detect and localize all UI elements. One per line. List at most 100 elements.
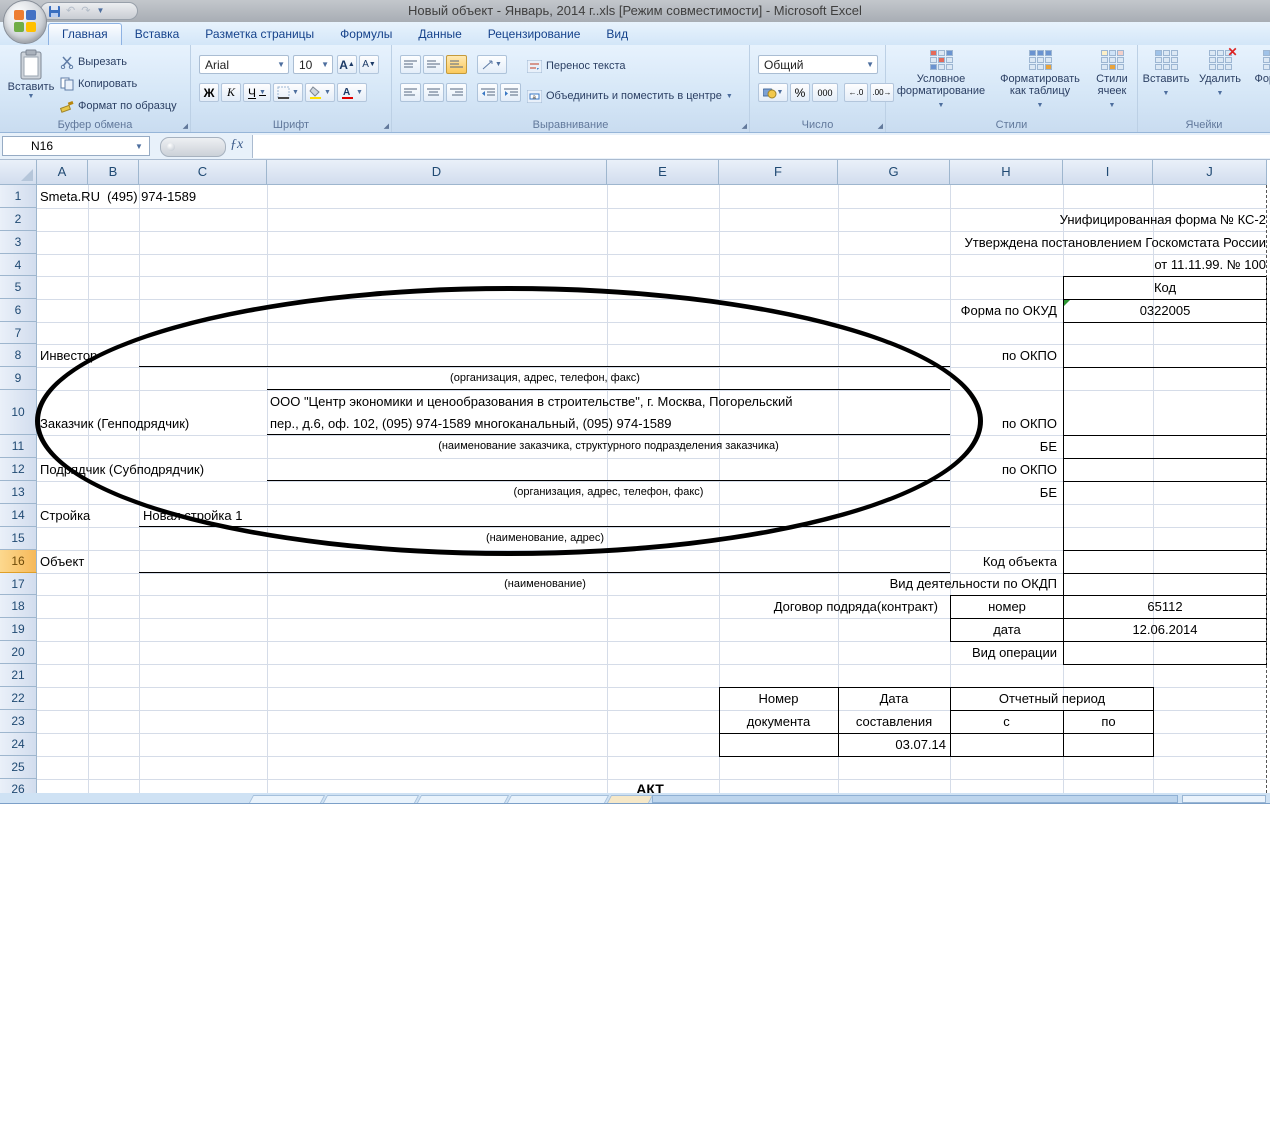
increase-indent-button[interactable] (500, 83, 521, 102)
number-format-combo[interactable]: Общий ▼ (758, 55, 878, 74)
align-left-button[interactable] (400, 83, 421, 102)
font-color-button[interactable]: A ▼ (337, 83, 367, 102)
cell-stroyka-label[interactable]: Стройка (40, 504, 90, 527)
cell-dogovor-label[interactable]: Договор подряда(контракт) (600, 595, 938, 618)
format-painter-button[interactable]: Формат по образцу (60, 95, 177, 117)
shrink-font-button[interactable]: A ▼ (359, 55, 379, 74)
tab-glavnaya[interactable]: Главная (48, 23, 122, 45)
tab-formuly[interactable]: Формулы (327, 23, 405, 45)
font-size-combo[interactable]: 10 ▼ (293, 55, 333, 74)
format-cells-button[interactable]: Формат ▼ (1248, 45, 1270, 100)
cell-decree-date[interactable]: от 11.11.99. № 100 (900, 254, 1266, 276)
delete-cells-button[interactable]: ✕ Удалить ▼ (1194, 45, 1246, 100)
cell-kod-obyekta-label[interactable]: Код объекта (800, 550, 1057, 573)
cell-okud-label[interactable]: Форма по ОКУД (800, 299, 1057, 322)
row-header-14[interactable]: 14 (0, 504, 37, 527)
column-header-f[interactable]: F (719, 160, 838, 185)
name-box-dropdown-icon[interactable]: ▼ (135, 142, 143, 151)
row-header-13[interactable]: 13 (0, 481, 37, 504)
sheet-tab[interactable] (504, 795, 610, 803)
select-all-corner[interactable] (0, 160, 37, 185)
row-header-1[interactable]: 1 (0, 185, 37, 208)
borders-button[interactable]: ▼ (273, 83, 303, 102)
orientation-button[interactable]: ▼ (477, 55, 507, 74)
cell-form-title[interactable]: Унифицированная форма № КС-2 (700, 208, 1266, 231)
accounting-format-button[interactable]: ▼ (758, 83, 788, 102)
tab-dannye[interactable]: Данные (405, 23, 474, 45)
italic-button[interactable]: К (221, 83, 241, 102)
dialog-launcher-icon[interactable]: ◢ (183, 122, 188, 130)
row-header-6[interactable]: 6 (0, 299, 37, 322)
tab-vstavka[interactable]: Вставка (122, 23, 193, 45)
row-header-17[interactable]: 17 (0, 573, 37, 595)
sheet-tab[interactable] (320, 795, 420, 803)
column-header-i[interactable]: I (1063, 160, 1153, 185)
name-box[interactable]: N16 (2, 136, 150, 156)
row-header-16[interactable]: 16 (0, 550, 37, 573)
align-top-button[interactable] (400, 55, 421, 74)
customize-qat-icon[interactable]: ▼ (96, 2, 104, 20)
row-header-15[interactable]: 15 (0, 527, 37, 550)
row-header-21[interactable]: 21 (0, 664, 37, 687)
font-name-combo[interactable]: Arial ▼ (199, 55, 289, 74)
row-header-9[interactable]: 9 (0, 367, 37, 390)
align-center-button[interactable] (423, 83, 444, 102)
cell-a1[interactable]: Smeta.RU (495) 974-1589 (40, 185, 196, 208)
row-header-10[interactable]: 10 (0, 390, 37, 435)
column-header-a[interactable]: A (37, 160, 88, 185)
sheet-tab[interactable] (414, 795, 510, 803)
row-header-3[interactable]: 3 (0, 231, 37, 254)
redo-icon[interactable]: ↷ (81, 2, 90, 20)
dialog-launcher-icon[interactable]: ◢ (742, 122, 747, 130)
comma-style-button[interactable]: 000 (812, 83, 838, 102)
sheet-tab[interactable] (246, 795, 326, 803)
row-header-2[interactable]: 2 (0, 208, 37, 231)
office-button[interactable] (3, 0, 47, 44)
insert-function-button[interactable]: ƒx (230, 137, 243, 153)
row-header-5[interactable]: 5 (0, 276, 37, 299)
save-icon[interactable] (49, 5, 60, 17)
row-header-7[interactable]: 7 (0, 322, 37, 344)
cut-button[interactable]: Вырезать (60, 51, 177, 73)
cell-vid-operacii-label[interactable]: Вид операции (800, 641, 1057, 664)
row-header-23[interactable]: 23 (0, 710, 37, 733)
row-header-20[interactable]: 20 (0, 641, 37, 664)
fill-color-button[interactable]: ▼ (305, 83, 335, 102)
decrease-indent-button[interactable] (477, 83, 498, 102)
align-middle-button[interactable] (423, 55, 444, 74)
grow-font-button[interactable]: A ▲ (337, 55, 357, 74)
column-header-d[interactable]: D (267, 160, 607, 185)
column-header-c[interactable]: C (139, 160, 267, 185)
horizontal-scrollbar-track[interactable] (1182, 795, 1266, 803)
column-header-j[interactable]: J (1153, 160, 1267, 185)
dialog-launcher-icon[interactable]: ◢ (878, 122, 883, 130)
insert-cells-button[interactable]: Вставить ▼ (1140, 45, 1192, 100)
align-right-button[interactable] (446, 83, 467, 102)
tab-recenzirovanie[interactable]: Рецензирование (475, 23, 594, 45)
row-header-22[interactable]: 22 (0, 687, 37, 710)
cell-approved-by[interactable]: Утверждена постановлением Госкомстата Ро… (700, 231, 1266, 254)
row-header-24[interactable]: 24 (0, 733, 37, 756)
copy-button[interactable]: Копировать (60, 73, 177, 95)
dialog-launcher-icon[interactable]: ◢ (384, 122, 389, 130)
conditional-formatting-button[interactable]: Условное форматирование ▼ (890, 45, 992, 112)
row-header-11[interactable]: 11 (0, 435, 37, 458)
merge-center-button[interactable]: a Объединить и поместить в центре ▼ (527, 85, 733, 107)
cell-styles-button[interactable]: Стили ячеек ▼ (1088, 45, 1136, 112)
tab-vid[interactable]: Вид (593, 23, 641, 45)
column-header-e[interactable]: E (607, 160, 719, 185)
bold-button[interactable]: Ж (199, 83, 219, 102)
paste-button[interactable]: Вставить ▼ (6, 49, 56, 100)
column-header-b[interactable]: B (88, 160, 139, 185)
sheet-tab[interactable] (604, 795, 654, 803)
tab-razmetka[interactable]: Разметка страницы (192, 23, 327, 45)
increase-decimal-button[interactable]: ←.0 (844, 83, 868, 102)
row-header-18[interactable]: 18 (0, 595, 37, 618)
underline-button[interactable]: Ч ▼ (243, 83, 271, 102)
row-header-12[interactable]: 12 (0, 458, 37, 481)
column-header-g[interactable]: G (838, 160, 950, 185)
row-header-25[interactable]: 25 (0, 756, 37, 779)
format-as-table-button[interactable]: Форматировать как таблицу ▼ (994, 45, 1086, 112)
cell-okdp-label[interactable]: Вид деятельности по ОКДП (750, 573, 1057, 595)
percent-style-button[interactable]: % (790, 83, 810, 102)
